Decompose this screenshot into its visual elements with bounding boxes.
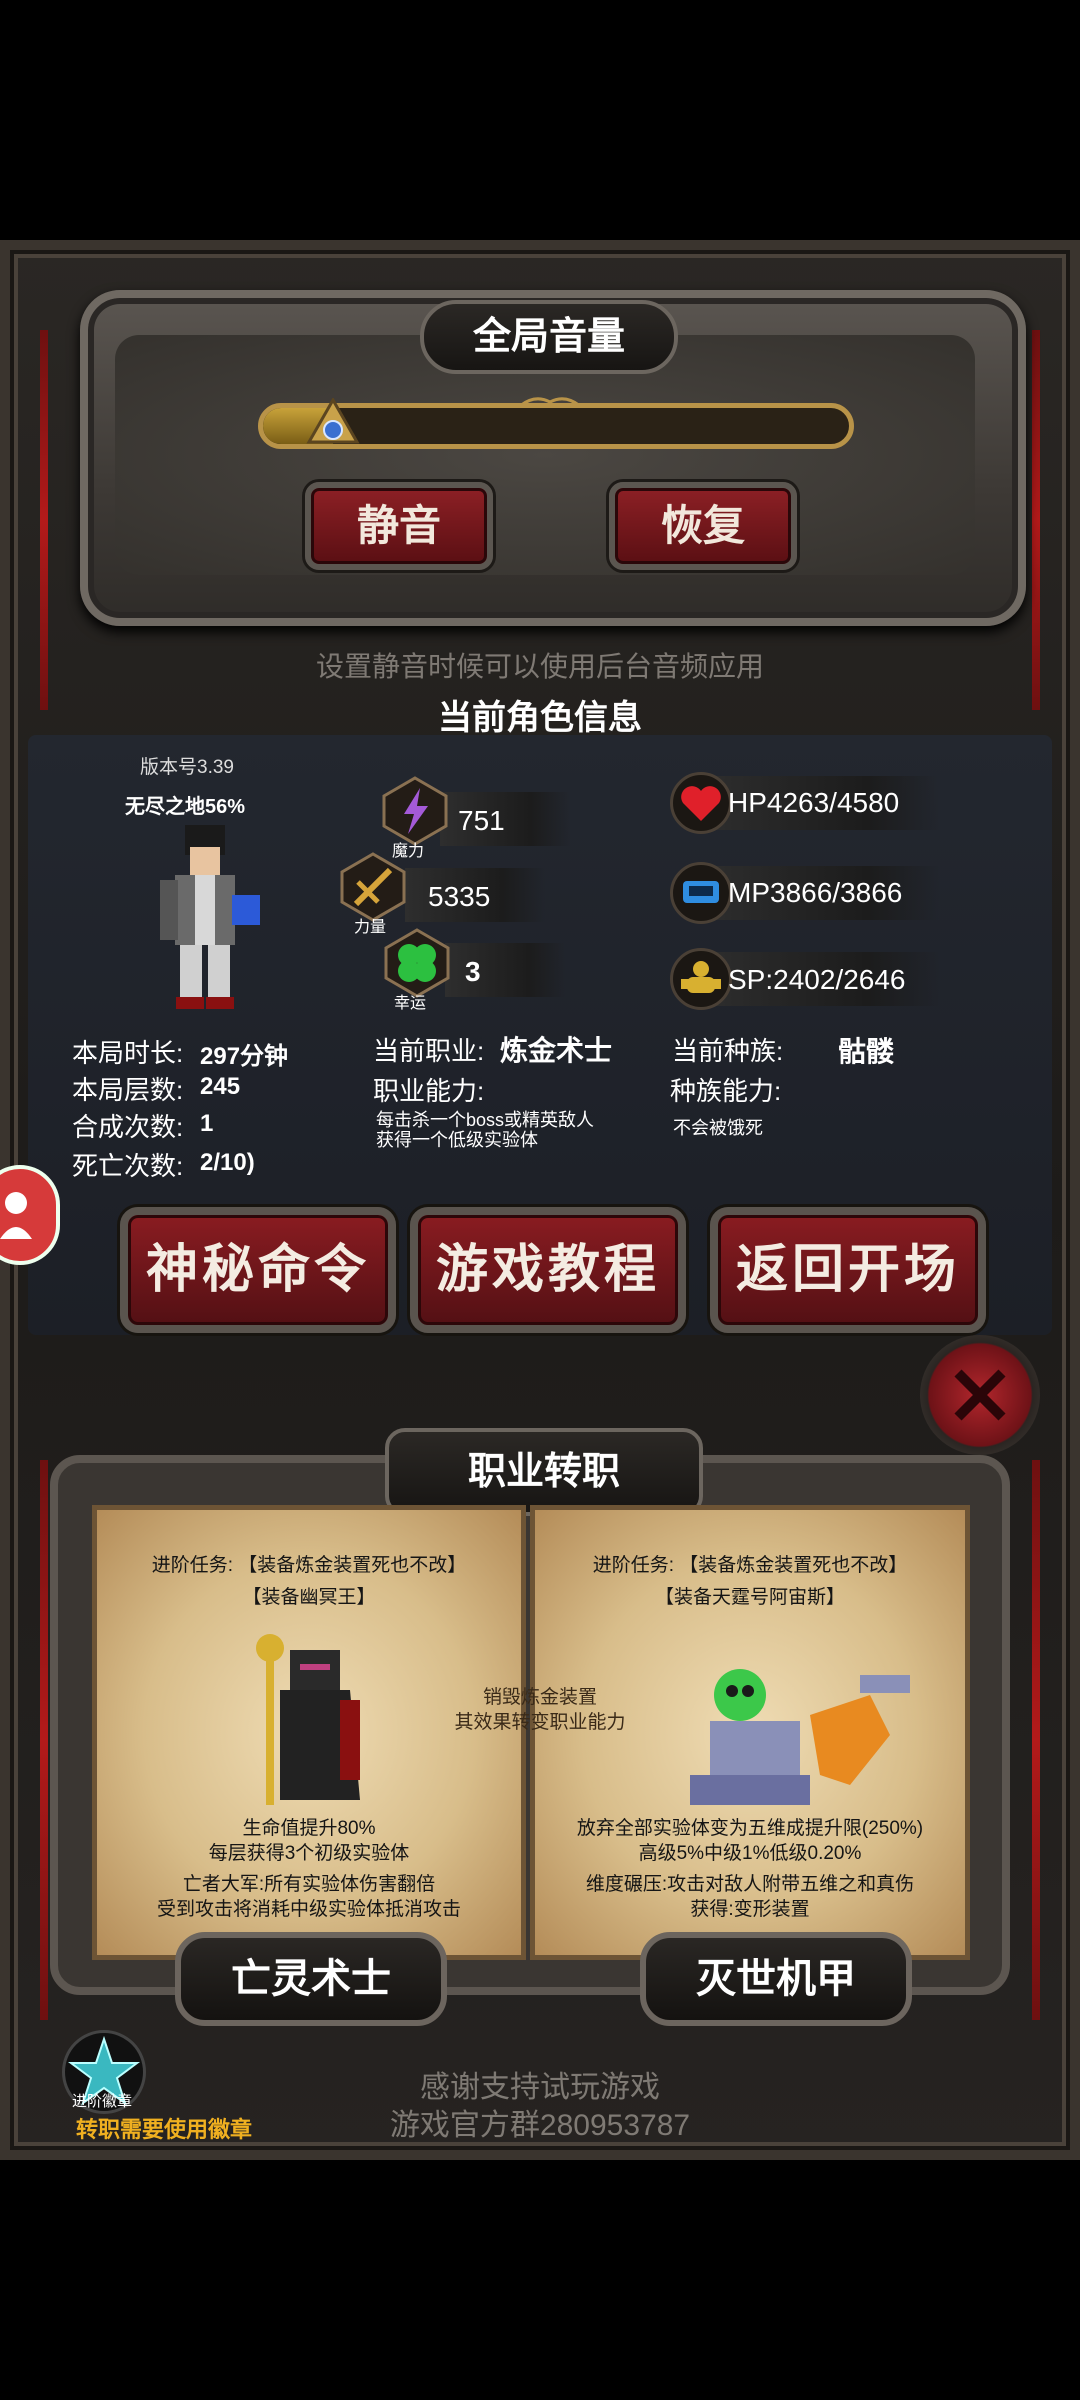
badge-icon-label: 进阶徽章 [72,2093,133,2110]
frame-rail [40,330,48,710]
luck-bar [445,943,565,997]
left-quest-label: 进阶任务: [151,1555,233,1576]
synth-value: 1 [200,1110,214,1137]
floors-label: 本局层数: [72,1075,184,1105]
left-desc4: 受到攻击将消耗中级实验体抵消攻击 [156,1899,461,1920]
back-to-start-button[interactable]: 返回开场 [710,1207,986,1333]
job-ability-desc: 每击杀一个boss或精英敌人 [376,1110,595,1130]
mana-device-icon [670,862,732,924]
left-quest-line: 进阶任务: 【装备炼金装置死也不改】 [92,1553,526,1578]
death-label: 死亡次数: [72,1151,184,1181]
mute-hint: 设置静音时候可以使用后台音频应用 [315,651,764,682]
volume-title: 全局音量 [420,300,678,374]
necromancer-class-button[interactable]: 亡灵术士 [175,1932,447,2026]
volume-slider-knob[interactable] [305,396,361,454]
tutorial-button[interactable]: 游戏教程 [410,1207,686,1333]
center-note1: 销毁炼金装置 [482,1687,597,1708]
death-value: 2/10) [200,1149,255,1176]
lightning-icon [380,776,450,846]
frame-rail [1032,1460,1040,2020]
left-desc1: 生命值提升80% [242,1818,376,1839]
race-ability-label: 种族能力: [670,1076,782,1106]
job-ability-label: 职业能力: [373,1076,485,1106]
left-quest1: 【装备炼金装置死也不改】 [238,1555,467,1576]
clover-icon [382,928,452,998]
secret-command-button[interactable]: 神秘命令 [120,1207,396,1333]
right-quest1: 【装备炼金装置死也不改】 [679,1555,908,1576]
character-section-title: 当前角色信息 [438,699,642,737]
right-quest2: 【装备天霆号阿宙斯】 [654,1587,845,1608]
center-note2: 其效果转变职业能力 [454,1712,626,1733]
footer-group: 游戏官方群280953787 [389,2109,691,2142]
right-desc2: 高级5%中级1%低级0.20% [638,1843,862,1864]
restore-button[interactable]: 恢复 [609,482,797,570]
synth-label: 合成次数: [72,1112,184,1142]
race-label: 当前种族: [672,1036,784,1066]
luck-label: 幸运 [394,995,427,1012]
character-sprite [140,825,280,1015]
right-quest-label: 进阶任务: [592,1555,674,1576]
sword-icon [338,852,408,922]
mp-value: MP3866/3866 [728,877,903,908]
badge-note: 转职需要使用徽章 [76,2117,253,2142]
close-icon[interactable] [920,1335,1040,1455]
stamina-icon [670,948,732,1010]
frame-rail [1032,330,1040,710]
run-time-value: 297分钟 [200,1043,289,1070]
left-desc3: 亡者大军:所有实验体伤害翻倍 [182,1874,436,1895]
necromancer-sprite [240,1630,370,1810]
race-value: 骷髅 [838,1036,895,1067]
user-icon[interactable] [0,1165,60,1265]
left-desc2: 每层获得3个初级实验体 [208,1843,410,1864]
job-value: 炼金术士 [500,1035,613,1066]
frame-rail [40,1460,48,2020]
zone-progress: 无尽之地56% [125,796,246,818]
sp-value: SP:2402/2646 [728,964,906,995]
magic-value: 751 [458,805,505,836]
right-desc4: 获得:变形装置 [690,1899,810,1920]
hp-value: HP4263/4580 [728,787,900,818]
version-label: 版本号3.39 [140,757,234,778]
right-desc1: 放弃全部实验体变为五维成提升限(250%) [576,1818,924,1839]
right-desc3: 维度碾压:攻击对敌人附带五维之和真伤 [585,1874,915,1895]
mech-sprite [680,1655,920,1815]
job-label: 当前职业: [373,1036,485,1066]
job-ability-desc: 获得一个低级实验体 [376,1130,538,1150]
right-quest-line: 进阶任务: 【装备炼金装置死也不改】 [530,1553,970,1578]
floors-value: 245 [200,1073,241,1100]
heart-icon [670,772,732,834]
mech-class-button[interactable]: 灭世机甲 [640,1932,912,2026]
class-change-title: 职业转职 [385,1428,703,1516]
race-ability-desc: 不会被饿死 [673,1118,763,1138]
run-time-label: 本局时长: [72,1038,184,1068]
luck-value: 3 [465,956,481,987]
left-quest2: 【装备幽冥王】 [242,1587,376,1608]
strength-value: 5335 [428,881,491,912]
mute-button[interactable]: 静音 [305,482,493,570]
slider-ornament [519,394,581,410]
